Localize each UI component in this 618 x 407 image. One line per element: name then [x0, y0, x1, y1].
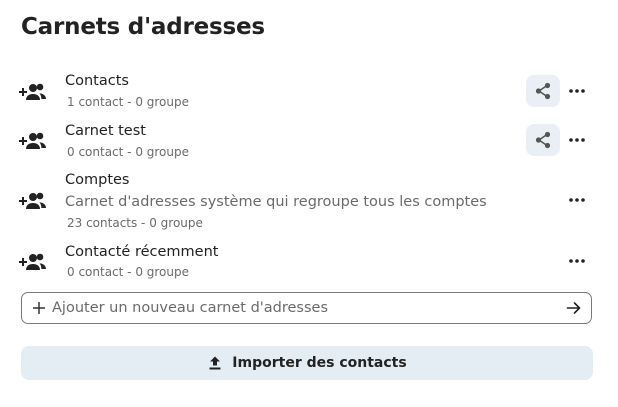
- more-options-button[interactable]: [564, 187, 590, 213]
- new-address-book-input[interactable]: [52, 296, 552, 320]
- address-book-name: Comptes: [65, 172, 130, 188]
- address-book-meta: 1 contact - 0 groupe: [67, 95, 189, 109]
- address-books-panel: Carnets d'adresses Contacts 1 contact - …: [0, 0, 618, 407]
- address-book-meta: 0 contact - 0 groupe: [67, 145, 189, 159]
- dots-horizontal-icon: [569, 198, 585, 202]
- arrow-right-icon[interactable]: [566, 300, 582, 316]
- dots-horizontal-icon: [569, 138, 585, 142]
- dots-horizontal-icon: [569, 89, 585, 93]
- page-title: Carnets d'adresses: [21, 14, 265, 40]
- share-button[interactable]: [526, 124, 560, 156]
- account-multiple-plus-icon: [19, 83, 46, 100]
- import-contacts-button[interactable]: Importer des contacts: [21, 346, 593, 380]
- new-address-book-field[interactable]: [21, 292, 592, 324]
- address-book-name: Contacts: [65, 73, 129, 89]
- dots-horizontal-icon: [569, 259, 585, 263]
- more-options-button[interactable]: [564, 127, 590, 153]
- share-button[interactable]: [526, 75, 560, 107]
- address-book-description: Carnet d'adresses système qui regroupe t…: [65, 194, 487, 210]
- more-options-button[interactable]: [564, 248, 590, 274]
- share-variant-icon: [535, 82, 551, 100]
- account-multiple-plus-icon: [19, 132, 46, 149]
- share-variant-icon: [535, 131, 551, 149]
- address-book-meta: 0 contact - 0 groupe: [67, 265, 189, 279]
- account-multiple-plus-icon: [19, 192, 46, 209]
- account-multiple-plus-icon: [19, 253, 46, 270]
- plus-icon: [33, 302, 45, 314]
- address-book-name: Contacté récemment: [65, 244, 219, 260]
- import-contacts-label: Importer des contacts: [232, 355, 407, 371]
- upload-icon: [209, 356, 221, 370]
- more-options-button[interactable]: [564, 78, 590, 104]
- address-book-name: Carnet test: [65, 123, 146, 139]
- address-book-meta: 23 contacts - 0 groupe: [67, 216, 203, 230]
